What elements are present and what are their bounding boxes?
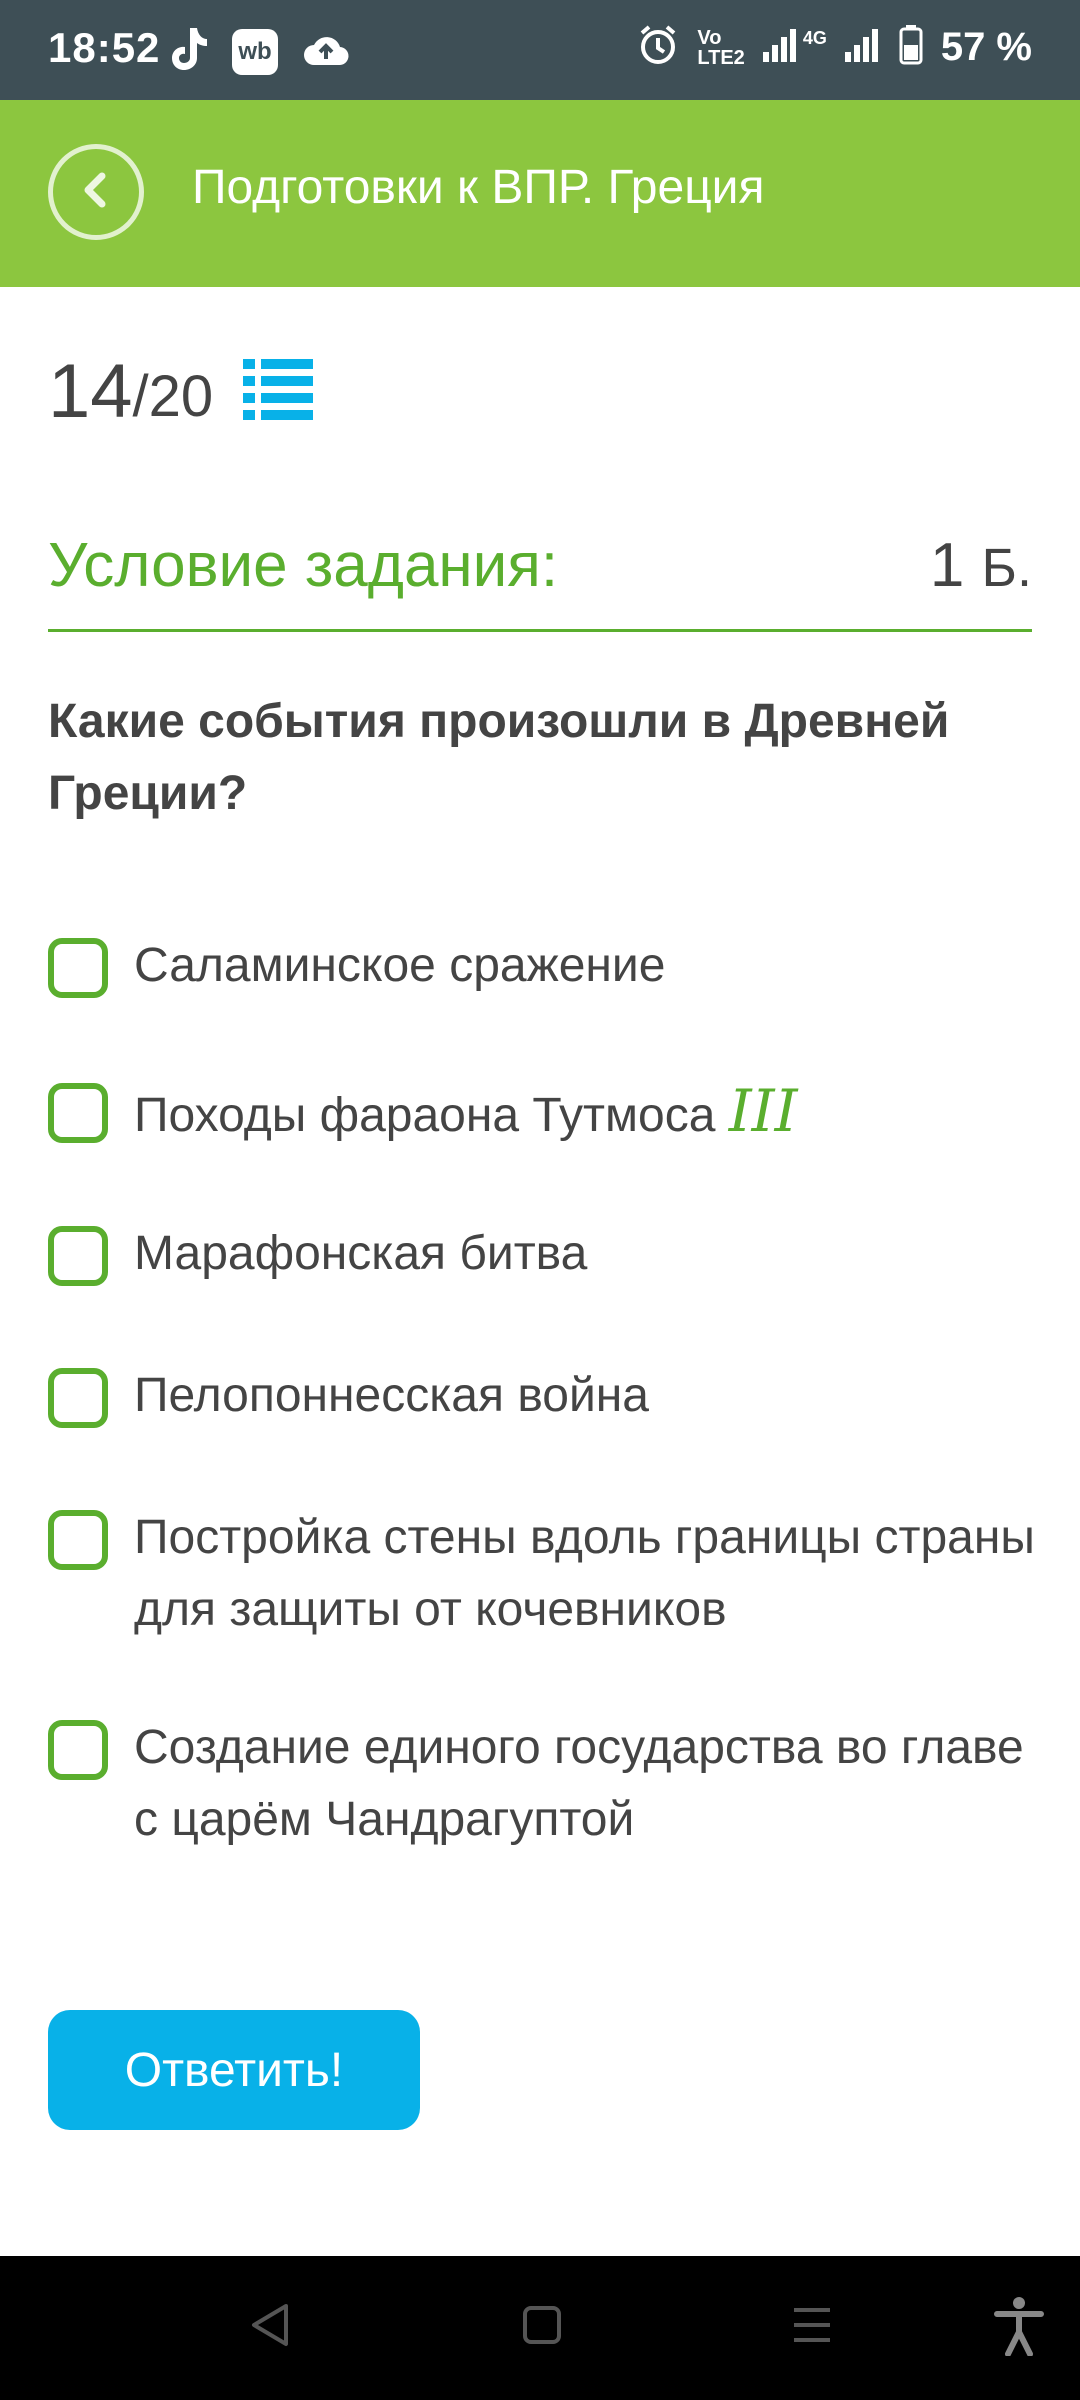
list-icon[interactable] [243, 357, 314, 426]
tiktok-icon [168, 26, 208, 77]
signal-icon-2 [844, 28, 881, 67]
volte-label: Vo [697, 26, 722, 49]
cloud-upload-icon [302, 31, 350, 72]
option-label: Марафонская битва [134, 1227, 588, 1280]
app-bar: Подготовки к ВПР. Греция [0, 100, 1080, 287]
battery-percent: 57 % [940, 25, 1032, 69]
accessibility-icon[interactable] [994, 2296, 1044, 2361]
chevron-left-icon [76, 170, 116, 215]
condition-header: Условие задания: 1 Б. [48, 530, 1032, 632]
recents-icon[interactable] [790, 2300, 834, 2355]
condition-points: 1 Б. [930, 530, 1032, 601]
answer-button[interactable]: Ответить! [48, 2010, 420, 2130]
checkbox[interactable] [48, 1510, 108, 1570]
progress-total: 20 [148, 364, 214, 429]
option-label: Создание единого государства во главе с … [134, 1721, 1024, 1846]
checkbox[interactable] [48, 1083, 108, 1143]
option-label-text: Походы фараона Тутмоса [134, 1089, 729, 1142]
option-label: Походы фараона Тутмоса III [134, 1075, 1054, 1152]
home-square-icon[interactable] [520, 2300, 564, 2355]
checkbox[interactable] [48, 1720, 108, 1780]
checkbox[interactable] [48, 1226, 108, 1286]
screen: 18:52 wb Vo LTE2 4G 57 % Подготовки к ВП… [0, 0, 1080, 2400]
status-bar: 18:52 wb Vo LTE2 4G 57 % [0, 0, 1080, 100]
status-time: 18:52 [48, 24, 161, 71]
notification-icons: wb [168, 26, 350, 77]
system-status: Vo LTE2 4G 57 % [637, 24, 1032, 71]
checkbox[interactable] [48, 938, 108, 998]
wb-icon: wb [232, 28, 278, 75]
lte-label: LTE2 [697, 46, 745, 69]
alarm-icon [637, 24, 679, 71]
back-triangle-icon[interactable] [248, 2300, 292, 2355]
volte-icon: Vo LTE2 [697, 28, 744, 68]
app-bar-title: Подготовки к ВПР. Греция [192, 161, 765, 214]
option-label: Саламинское сражение [134, 939, 666, 992]
battery-icon [899, 25, 923, 70]
checkbox[interactable] [48, 1368, 108, 1428]
progress-current: 14 [48, 349, 133, 434]
progress-separator: / [132, 364, 149, 429]
points-unit: Б. [981, 538, 1032, 598]
back-button[interactable] [48, 144, 144, 240]
points-value: 1 [929, 531, 965, 600]
question-text: Какие события произошли в Древней Греции… [48, 695, 950, 820]
option-label: Постройка стены вдоль границы страны для… [134, 1511, 1035, 1636]
roman-numeral: III [728, 1077, 798, 1145]
condition-title: Условие задания: [48, 531, 559, 600]
network-type: 4G [802, 28, 827, 48]
navigation-bar [0, 2256, 1080, 2400]
signal-icon [762, 28, 799, 67]
option-label: Пелопоннесская война [134, 1369, 649, 1422]
task-progress: 14 / 20 [48, 349, 314, 434]
